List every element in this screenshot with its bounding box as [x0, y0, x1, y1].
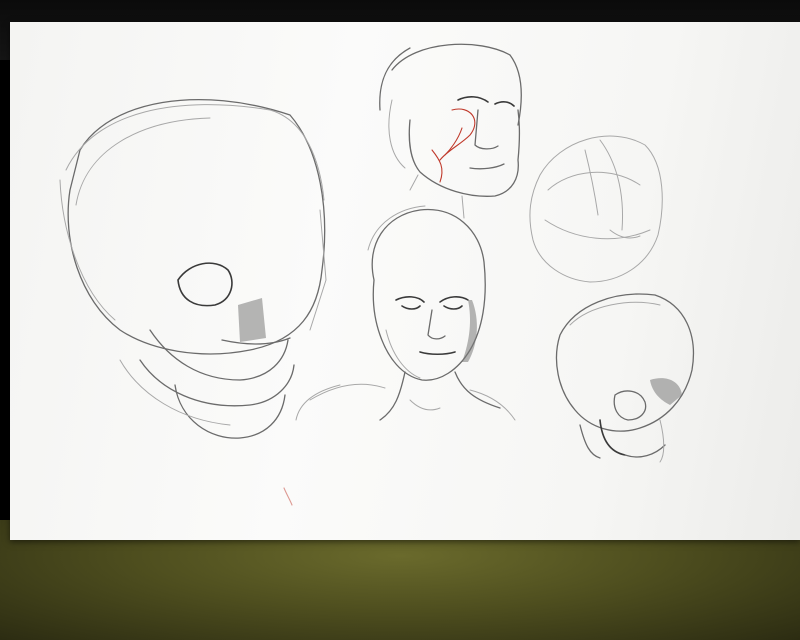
photo-scene [0, 0, 800, 640]
large-skull-sketch [59, 99, 327, 439]
frontal-head-sketch [295, 205, 516, 421]
three-quarter-head-sketch [379, 43, 522, 219]
sketch-drawings [59, 43, 694, 506]
faint-red-mark [283, 487, 293, 506]
skull-outline-sketch [529, 135, 663, 283]
small-skull-sketch [555, 293, 694, 463]
